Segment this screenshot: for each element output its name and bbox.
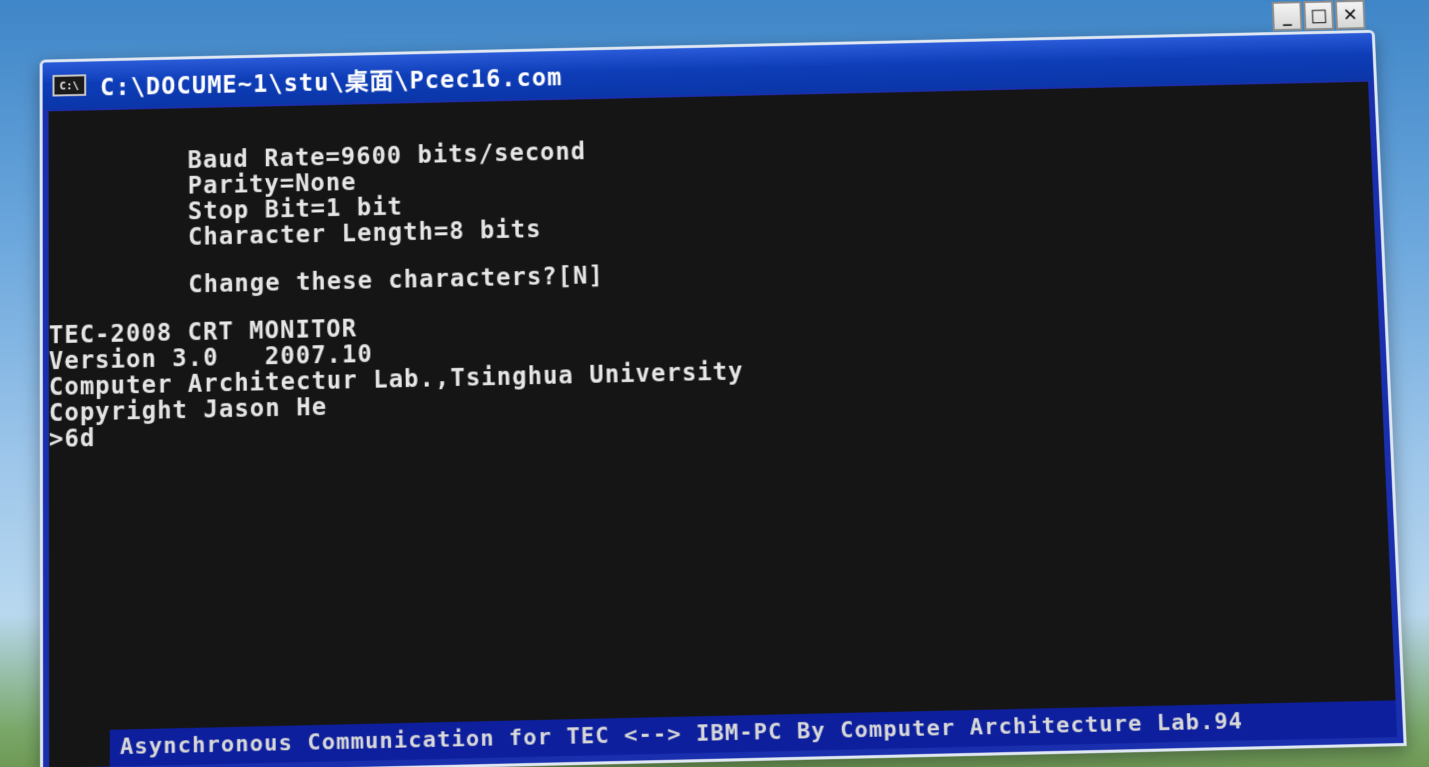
window-title: C:\DOCUME~1\stu\桌面\Pcec16.com <box>99 63 563 101</box>
status-area: Asynchronous Communication for TEC <--> … <box>49 659 1398 767</box>
maximize-button[interactable]: □ <box>1303 0 1335 31</box>
minimize-button[interactable]: _ <box>1271 1 1303 32</box>
console-window: _ □ ✕ C:\ C:\DOCUME~1\stu\桌面\Pcec16.com … <box>39 0 1407 767</box>
status-bar-text: Asynchronous Communication for TEC <--> … <box>109 700 1398 767</box>
console-output[interactable]: Baud Rate=9600 bits/second Parity=None S… <box>48 81 1398 767</box>
window-controls: _ □ ✕ <box>1271 0 1366 32</box>
desktop-background: _ □ ✕ C:\ C:\DOCUME~1\stu\桌面\Pcec16.com … <box>0 0 1429 767</box>
console-icon[interactable]: C:\ <box>52 74 87 97</box>
close-button[interactable]: ✕ <box>1334 0 1366 30</box>
